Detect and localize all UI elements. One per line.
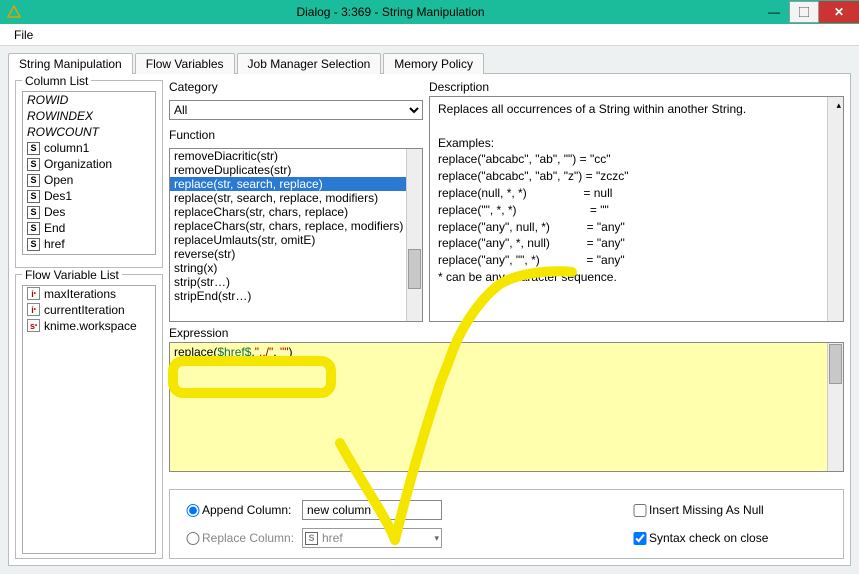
replace-column-radio[interactable] [184, 532, 202, 545]
list-item: i•maxIterations [23, 286, 155, 302]
list-item: SOrganization [23, 156, 155, 172]
int-var-icon: i• [27, 303, 40, 316]
list-item: string(x) [170, 261, 422, 275]
list-item: SOpen [23, 172, 155, 188]
maximize-button[interactable] [789, 1, 819, 23]
string-type-icon: S [27, 222, 40, 235]
string-type-icon: S [27, 238, 40, 251]
string-type-icon: S [27, 158, 40, 171]
list-item: i•currentIteration [23, 302, 155, 318]
append-column-label: Append Column: [202, 503, 302, 517]
syntax-check-checkbox[interactable] [631, 532, 649, 545]
append-column-input[interactable] [302, 500, 442, 520]
scrollbar-thumb[interactable] [408, 249, 421, 289]
expression-editor[interactable]: replace($href$,"../", "") [169, 342, 844, 472]
list-item: SEnd [23, 220, 155, 236]
function-list[interactable]: removeDiacritic(str) removeDuplicates(st… [169, 148, 423, 322]
function-label: Function [169, 128, 423, 142]
list-item: strip(str…) [170, 275, 422, 289]
scrollbar-thumb[interactable] [829, 344, 842, 384]
example-line: replace("abcabc", "ab", "z") = "zczc" [438, 168, 835, 185]
flow-variable-list[interactable]: i•maxIterations i•currentIteration s•kni… [22, 285, 156, 554]
insert-missing-checkbox[interactable] [631, 504, 649, 517]
titlebar: Dialog - 3:369 - String Manipulation — ✕ [0, 0, 859, 24]
window-title: Dialog - 3:369 - String Manipulation [22, 5, 759, 19]
string-type-icon: S [27, 142, 40, 155]
list-item: ROWID [23, 92, 155, 108]
output-options: Append Column: Insert Missing As Null Re… [169, 489, 844, 559]
append-column-radio[interactable] [184, 504, 202, 517]
expression-label: Expression [169, 326, 844, 340]
example-line: replace("any", "", *) = "any" [438, 252, 835, 269]
replace-column-label: Replace Column: [202, 531, 302, 545]
list-item: replace(str, search, replace, modifiers) [170, 191, 422, 205]
scrollbar[interactable] [827, 343, 843, 471]
tab-flow-variables[interactable]: Flow Variables [135, 53, 235, 74]
int-var-icon: i• [27, 287, 40, 300]
close-button[interactable]: ✕ [819, 1, 859, 23]
minimize-button[interactable]: — [759, 1, 789, 23]
description-label: Description [429, 80, 844, 94]
string-type-icon: S [305, 532, 318, 545]
list-item: removeDuplicates(str) [170, 163, 422, 177]
column-list[interactable]: ROWID ROWINDEX ROWCOUNT Scolumn1 SOrgani… [22, 91, 156, 255]
examples-label: Examples: [438, 135, 835, 152]
list-item: replaceChars(str, chars, replace) [170, 205, 422, 219]
scrollbar[interactable]: ▴ [827, 97, 843, 321]
scroll-up-icon[interactable]: ▴ [836, 99, 841, 112]
replace-column-combo[interactable]: S href ▾ [302, 528, 442, 548]
example-line: replace(null, *, *) = null [438, 185, 835, 202]
description-box: Replaces all occurrences of a String wit… [429, 96, 844, 322]
column-list-title: Column List [22, 74, 91, 88]
string-type-icon: S [27, 190, 40, 203]
list-item: reverse(str) [170, 247, 422, 261]
string-type-icon: S [27, 174, 40, 187]
list-item: stripEnd(str…) [170, 289, 422, 303]
example-line: replace("", *, *) = "" [438, 202, 835, 219]
tab-string-manipulation[interactable]: String Manipulation [8, 53, 133, 74]
tabs: String Manipulation Flow Variables Job M… [8, 52, 851, 74]
flow-variable-list-group: Flow Variable List i•maxIterations i•cur… [15, 274, 163, 559]
chevron-down-icon: ▾ [434, 533, 439, 544]
list-item: replaceChars(str, chars, replace, modifi… [170, 219, 422, 233]
menu-file[interactable]: File [6, 26, 41, 44]
menubar: File [0, 24, 859, 46]
column-list-group: Column List ROWID ROWINDEX ROWCOUNT Scol… [15, 80, 163, 268]
syntax-check-label: Syntax check on close [649, 531, 829, 545]
string-var-icon: s• [27, 319, 40, 332]
list-item: s•knime.workspace [23, 318, 155, 334]
category-select[interactable]: All [169, 100, 423, 120]
tab-panel: Column List ROWID ROWINDEX ROWCOUNT Scol… [8, 74, 851, 566]
example-line: replace("abcabc", "ab", "") = "cc" [438, 151, 835, 168]
app-icon [6, 4, 22, 20]
tab-job-manager[interactable]: Job Manager Selection [237, 53, 382, 74]
example-line: replace("any", null, *) = "any" [438, 219, 835, 236]
tab-memory-policy[interactable]: Memory Policy [383, 53, 484, 74]
category-label: Category [169, 80, 423, 94]
example-line: replace("any", *, null) = "any" [438, 235, 835, 252]
string-type-icon: S [27, 206, 40, 219]
flow-variable-list-title: Flow Variable List [22, 268, 122, 282]
list-item: ROWCOUNT [23, 124, 155, 140]
list-item: Shref [23, 236, 155, 252]
insert-missing-label: Insert Missing As Null [649, 503, 829, 517]
list-item: replaceUmlauts(str, omitE) [170, 233, 422, 247]
window-buttons: — ✕ [759, 1, 859, 23]
list-item: removeDiacritic(str) [170, 149, 422, 163]
description-summary: Replaces all occurrences of a String wit… [438, 101, 835, 118]
list-item: ROWINDEX [23, 108, 155, 124]
list-item: Scolumn1 [23, 140, 155, 156]
description-note: * can be any character sequence. [438, 269, 835, 286]
scrollbar[interactable] [406, 149, 422, 321]
list-item: replace(str, search, replace) [170, 177, 422, 191]
list-item: SDes1 [23, 188, 155, 204]
list-item: SDes [23, 204, 155, 220]
